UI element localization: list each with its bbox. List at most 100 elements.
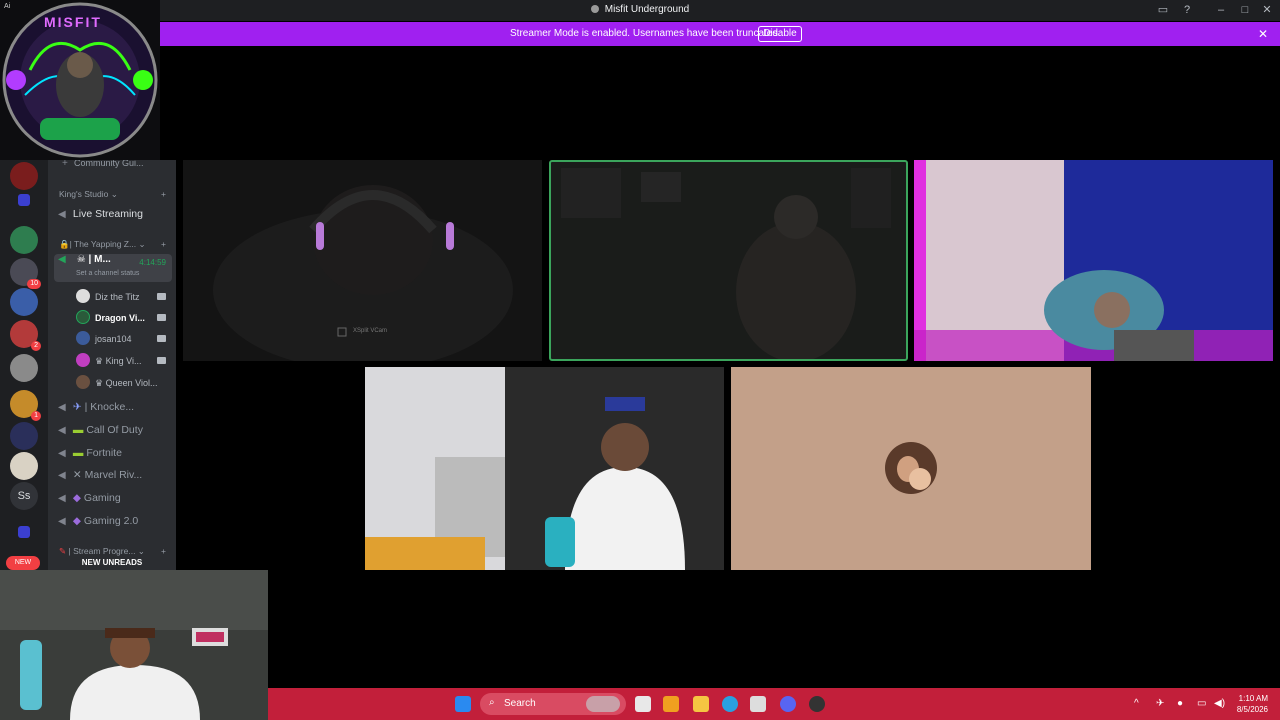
- window-title: Misfit Underground: [0, 4, 1280, 15]
- channel-status[interactable]: Set a channel status: [76, 270, 139, 277]
- disable-button[interactable]: Disable: [758, 26, 802, 42]
- channel-community[interactable]: + Community Gui...: [62, 160, 172, 178]
- channel-live-streaming[interactable]: ◀ Live Streaming: [58, 208, 172, 228]
- streamer-mode-banner: Streamer Mode is enabled. Usernames have…: [160, 22, 1280, 46]
- avatar: [76, 310, 90, 324]
- copilot-icon[interactable]: [663, 696, 679, 712]
- category-kings-studio[interactable]: King's Studio ⌄ +: [59, 189, 172, 209]
- gun-icon: ▬: [72, 424, 84, 436]
- microphone-icon[interactable]: ●: [1177, 698, 1183, 709]
- discord-icon[interactable]: [780, 696, 796, 712]
- voice-user[interactable]: Diz the Titz: [76, 289, 172, 309]
- avatar: [76, 289, 90, 303]
- banner-close-icon[interactable]: ✕: [1258, 27, 1268, 41]
- channel-active[interactable]: ◀ ☠ | M... 4:14:59 Set a channel status: [54, 254, 172, 282]
- notification-badge: 10: [27, 279, 41, 289]
- folder-icon[interactable]: [18, 194, 30, 206]
- speaker-icon: ◀: [58, 425, 66, 436]
- server-initials[interactable]: Ss: [10, 482, 38, 510]
- server-icon[interactable]: [10, 354, 38, 382]
- speaker-icon: ◀: [58, 493, 66, 504]
- search-icon: ⌕: [489, 697, 495, 708]
- crossed-swords-icon: ✕: [72, 469, 82, 481]
- help-icon[interactable]: ?: [1180, 3, 1194, 17]
- webcam-feed: [0, 570, 268, 720]
- gun-icon: ▬: [72, 447, 84, 459]
- server-icon[interactable]: 2: [10, 320, 41, 351]
- file-explorer-icon[interactable]: [693, 696, 709, 712]
- channel-call-of-duty[interactable]: ◀ ▬ Call Of Duty: [58, 424, 172, 444]
- maximize-icon[interactable]: □: [1238, 3, 1252, 17]
- banner-message: Streamer Mode is enabled. Usernames have…: [510, 28, 781, 39]
- add-channel-icon[interactable]: +: [161, 239, 166, 249]
- server-icon[interactable]: 1: [10, 390, 41, 421]
- windows-start-icon[interactable]: [455, 696, 471, 712]
- avatar-child: [909, 468, 931, 490]
- notification-badge: 2: [31, 341, 41, 351]
- store-icon[interactable]: [750, 696, 766, 712]
- server-icon[interactable]: [10, 162, 38, 190]
- channel-list: + Community Gui... King's Studio ⌄ + ◀ Liv…: [48, 160, 176, 570]
- avatar: [76, 331, 90, 345]
- crown-icon: ♛: [95, 356, 104, 366]
- voice-user[interactable]: ♛ King Vi...: [76, 353, 172, 373]
- logo-corner-label: Ai: [4, 3, 11, 10]
- channel-gaming-2[interactable]: ◀ ◆ Gaming 2.0: [58, 515, 172, 535]
- speaker-icon: ◀: [58, 209, 66, 220]
- display-icon[interactable]: ▭: [1197, 698, 1206, 709]
- minimize-icon[interactable]: –: [1214, 3, 1228, 17]
- network-off-icon[interactable]: ✈: [1156, 698, 1164, 709]
- avatar: [76, 375, 90, 389]
- new-unreads-banner[interactable]: NEW UNREADS: [56, 556, 168, 570]
- app-icon: [590, 5, 599, 13]
- camera-icon: [157, 314, 166, 321]
- xsplit-watermark: XSplit VCam: [353, 328, 388, 334]
- channel-fortnite[interactable]: ◀ ▬ Fortnite: [58, 447, 172, 467]
- server-icon[interactable]: [10, 226, 38, 254]
- skull-icon: ☠: [76, 254, 86, 265]
- speaker-icon: ◀: [58, 470, 66, 481]
- logo-text: MISFIT: [44, 14, 102, 30]
- video-feed: [914, 160, 1273, 361]
- add-channel-icon[interactable]: +: [161, 546, 166, 556]
- channel-timer: 4:14:59: [139, 258, 166, 267]
- obs-icon[interactable]: [809, 696, 825, 712]
- browser-icon[interactable]: [722, 696, 738, 712]
- gamepad-icon: ◆: [72, 515, 81, 527]
- server-icon[interactable]: [10, 422, 38, 450]
- speaker-icon: ◀: [58, 254, 66, 265]
- camera-icon: [157, 335, 166, 342]
- search-highlight-icon: [586, 696, 620, 712]
- speaker-icon: ◀: [58, 402, 66, 413]
- video-tile-speaking[interactable]: [549, 160, 908, 361]
- clock-date: 8/5/2026: [1236, 705, 1268, 714]
- chevron-up-icon[interactable]: ^: [1134, 698, 1139, 709]
- folder-icon[interactable]: [18, 526, 30, 538]
- voice-user[interactable]: ♛ Queen Viol...: [76, 375, 172, 395]
- taskbar-search[interactable]: ⌕ Search: [480, 693, 626, 715]
- video-tile-avatar[interactable]: [731, 367, 1091, 570]
- new-pill[interactable]: NEW: [6, 556, 40, 570]
- task-view-icon[interactable]: [635, 696, 651, 712]
- volume-icon[interactable]: ◀): [1214, 698, 1225, 709]
- video-tile[interactable]: XSplit VCam: [183, 160, 542, 361]
- channel-knocke[interactable]: ◀ ✈ | Knocke...: [58, 401, 172, 421]
- voice-user[interactable]: Dragon Vi...: [76, 310, 172, 330]
- server-icon[interactable]: [10, 452, 38, 480]
- channel-gaming[interactable]: ◀ ◆ Gaming: [58, 492, 172, 512]
- channel-marvel-rivals[interactable]: ◀ ✕ Marvel Riv...: [58, 469, 172, 489]
- voice-user[interactable]: josan104: [76, 331, 172, 351]
- video-tile[interactable]: [365, 367, 724, 570]
- inbox-icon[interactable]: ▭: [1156, 3, 1170, 17]
- taskbar-clock[interactable]: 1:10 AM 8/5/2026: [1237, 693, 1268, 715]
- video-tile[interactable]: [914, 160, 1273, 361]
- server-icon[interactable]: 10: [10, 258, 41, 289]
- add-channel-icon[interactable]: +: [161, 189, 166, 199]
- server-icon[interactable]: [10, 288, 38, 316]
- clock-time: 1:10 AM: [1238, 694, 1268, 703]
- misfit-logo: Ai MISFIT: [0, 0, 160, 160]
- user-avatar: [885, 442, 937, 494]
- close-icon[interactable]: ✕: [1260, 3, 1274, 17]
- channel-emoji-icon: ✈: [72, 401, 82, 413]
- video-feed: [365, 367, 724, 570]
